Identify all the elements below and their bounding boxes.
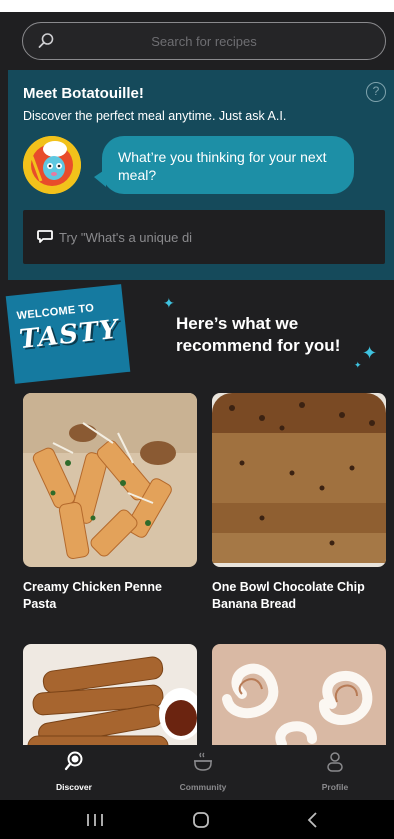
chat-icon xyxy=(37,230,53,243)
recommend-heading: Here’s what we recommend for you! xyxy=(176,314,341,355)
sparkle-icon: ✦ xyxy=(163,295,175,311)
recipe-image[interactable] xyxy=(212,393,386,567)
welcome-banner: WELCOME TO TASTY ✦ Here’s what we recomm… xyxy=(0,280,394,390)
search-input[interactable]: Search for recipes xyxy=(22,22,386,60)
profile-icon xyxy=(327,752,343,772)
back-icon[interactable] xyxy=(298,810,328,830)
nav-profile[interactable]: Profile xyxy=(285,745,385,800)
recipe-card[interactable]: Creamy Chicken Penne Pasta xyxy=(23,393,197,613)
search-area: Search for recipes xyxy=(0,12,394,70)
bot-subtitle: Discover the perfect meal anytime. Just … xyxy=(23,109,287,123)
welcome-badge: WELCOME TO TASTY xyxy=(5,284,131,384)
discover-icon xyxy=(64,751,83,771)
sparkle-icon: ✦ xyxy=(362,343,378,363)
ask-input-placeholder: Try "What's a unique di xyxy=(59,230,193,245)
bot-title: Meet Botatouille! xyxy=(23,85,144,102)
help-icon[interactable]: ? xyxy=(366,82,386,102)
home-icon[interactable] xyxy=(186,810,216,830)
chef-bot-icon xyxy=(23,136,81,194)
bubble-text: What’re you thinking for your next meal? xyxy=(118,149,327,183)
recipe-title[interactable]: One Bowl Chocolate Chip Banana Bread xyxy=(212,579,386,613)
recipe-card[interactable] xyxy=(23,644,197,756)
bot-speech-bubble: What’re you thinking for your next meal? xyxy=(94,136,354,194)
recipe-image[interactable] xyxy=(23,644,197,756)
system-navigation-bar xyxy=(0,800,394,839)
recipe-card[interactable] xyxy=(212,644,386,756)
nav-label: Community xyxy=(179,782,227,792)
recipe-image[interactable] xyxy=(23,393,197,567)
search-placeholder: Search for recipes xyxy=(151,34,257,49)
nav-community[interactable]: Community xyxy=(153,745,253,800)
status-bar-edge xyxy=(0,0,394,12)
recipe-image[interactable] xyxy=(212,644,386,756)
nav-label: Discover xyxy=(56,782,92,792)
nav-label: Profile xyxy=(321,782,349,792)
tasty-logo: TASTY xyxy=(17,314,121,356)
recipe-title[interactable]: Creamy Chicken Penne Pasta xyxy=(23,579,197,613)
recent-apps-icon[interactable] xyxy=(80,810,110,830)
bot-avatar xyxy=(23,136,81,194)
nav-discover[interactable]: Discover xyxy=(24,745,124,800)
botatouille-panel: Meet Botatouille! Discover the perfect m… xyxy=(8,70,394,280)
recipe-card[interactable]: One Bowl Chocolate Chip Banana Bread xyxy=(212,393,386,613)
bottom-navigation: Discover Community Profile xyxy=(0,745,394,800)
sparkle-icon: ✦ xyxy=(354,360,362,370)
ask-bot-input[interactable]: Try "What's a unique di xyxy=(23,210,385,264)
community-icon xyxy=(194,752,212,771)
